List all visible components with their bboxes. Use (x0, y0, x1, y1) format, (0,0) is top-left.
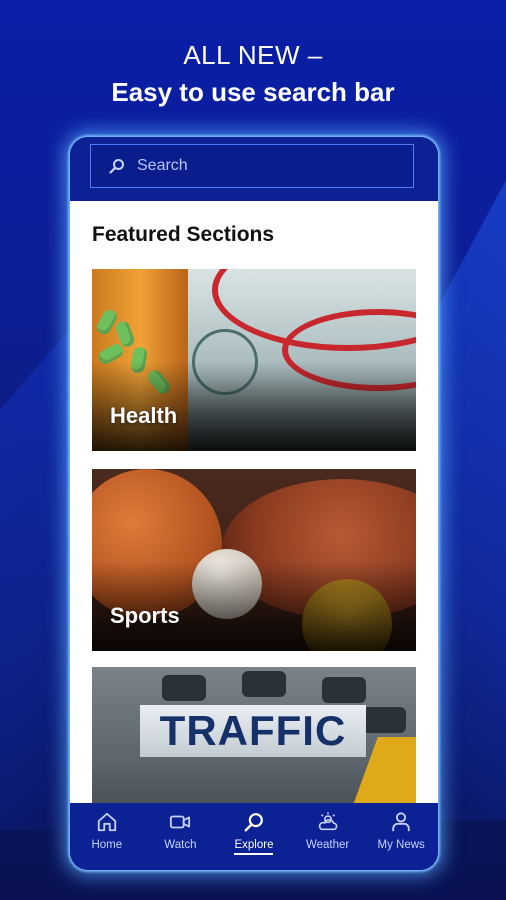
tab-explore[interactable]: Explore (218, 811, 290, 855)
card-label: Sports (110, 603, 180, 628)
tab-label: Home (91, 839, 123, 851)
promo-line-2: Easy to use search bar (111, 77, 395, 107)
tab-my-news[interactable]: My News (365, 811, 437, 851)
home-icon (97, 812, 116, 832)
search-icon (244, 813, 263, 832)
tab-label: Watch (164, 839, 197, 851)
car-image (162, 675, 206, 701)
tab-label: Explore (234, 839, 274, 855)
traffic-section-card[interactable]: TRAFFIC (92, 667, 416, 803)
top-bar: Search (70, 137, 438, 201)
tab-weather[interactable]: Weather (292, 811, 364, 851)
promo-line-1: ALL NEW – (183, 40, 323, 70)
video-camera-icon (170, 815, 191, 829)
search-bar[interactable]: Search (90, 144, 414, 188)
car-image (362, 707, 406, 733)
traffic-banner: TRAFFIC (140, 705, 366, 757)
car-image (242, 671, 286, 697)
person-icon (392, 812, 410, 832)
search-placeholder: Search (137, 157, 188, 174)
tab-watch[interactable]: Watch (144, 811, 216, 851)
search-icon (109, 159, 124, 174)
tab-label: My News (377, 839, 425, 851)
promo-headline: ALL NEW – Easy to use search bar (0, 40, 506, 108)
cloud-sun-icon (318, 812, 337, 831)
health-section-card[interactable]: Health (92, 269, 416, 451)
featured-sections-title: Featured Sections (92, 223, 275, 246)
sports-section-card[interactable]: Sports (92, 469, 416, 651)
explore-content: Featured Sections Health Sports TRAFFIC (70, 201, 438, 803)
card-label: Health (110, 403, 178, 428)
car-image (322, 677, 366, 703)
bottom-tab-bar: Home Watch Explore Weather My News (70, 803, 438, 870)
tab-label: Weather (305, 839, 350, 851)
phone-screen: Search Featured Sections Health Sports T… (70, 137, 438, 870)
traffic-banner-text: TRAFFIC (159, 707, 347, 754)
tab-home[interactable]: Home (71, 811, 143, 851)
